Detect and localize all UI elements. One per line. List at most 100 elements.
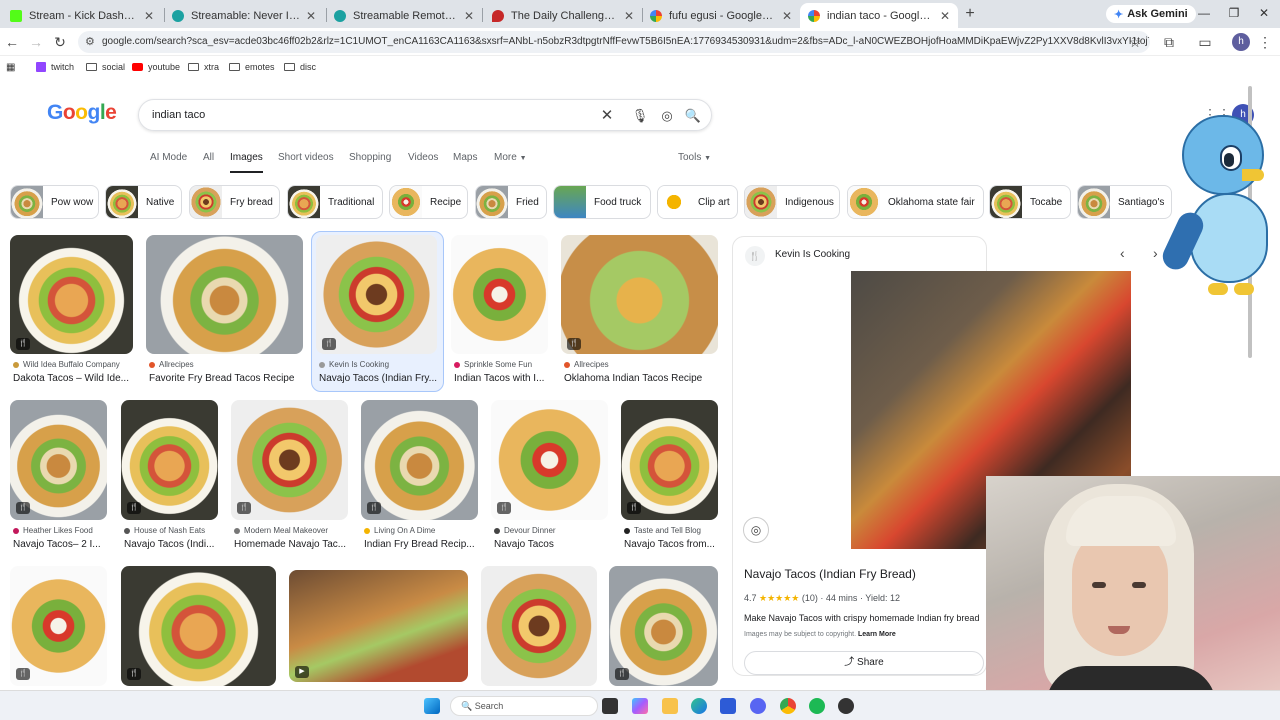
chip-label: Indigenous (785, 196, 834, 208)
close-window-icon[interactable]: ✕ (1254, 6, 1274, 22)
tab-more[interactable]: More ▼ (494, 152, 527, 163)
lens-camera-icon[interactable]: ◎ (658, 107, 676, 125)
new-tab-button[interactable]: + (960, 4, 980, 24)
spotify-icon[interactable] (809, 698, 825, 714)
filter-chip[interactable]: Clip art (657, 185, 738, 219)
copilot-icon[interactable] (632, 698, 648, 714)
bookmark-xtra[interactable]: xtra (188, 60, 219, 74)
filter-chip[interactable]: Oklahoma state fair (847, 185, 984, 219)
google-logo[interactable]: Google (47, 101, 117, 125)
site-info-icon[interactable]: ⚙ (85, 31, 95, 53)
image-result[interactable]: Allrecipes Favorite Fry Bread Tacos Reci… (146, 235, 304, 387)
image-result[interactable]: 🍴 Modern Meal Makeover Homemade Navajo T… (231, 400, 349, 552)
windows-start-icon[interactable] (424, 698, 440, 714)
image-result[interactable]: 🍴 Heather Likes Food Navajo Tacos– 2 I..… (10, 400, 108, 552)
rating-stars: ★★★★★ (759, 593, 800, 603)
tab-short-videos[interactable]: Short videos (278, 152, 334, 163)
filter-chip[interactable]: Fried (475, 185, 547, 219)
image-result-selected[interactable]: 🍴 Kevin Is Cooking Navajo Tacos (Indian … (316, 235, 440, 387)
obs-icon[interactable] (838, 698, 854, 714)
image-result[interactable]: 🍴 Wild Idea Buffalo Company Dakota Tacos… (10, 235, 134, 387)
tab-maps[interactable]: Maps (453, 152, 477, 163)
image-result[interactable]: Sprinkle Some Fun Indian Tacos with I... (451, 235, 549, 387)
extensions-icon[interactable]: ⧉ (1160, 33, 1178, 51)
tab-videos[interactable]: Videos (408, 152, 438, 163)
panel-title[interactable]: Navajo Tacos (Indian Fry Bread) (744, 567, 916, 581)
menu-dots-icon[interactable]: ⋮ (1256, 33, 1274, 51)
share-button[interactable]: ⤴ Share (744, 651, 984, 675)
browser-tab[interactable]: The Daily Challenge - GeoGues ✕ (484, 3, 642, 28)
filter-chip[interactable]: Santiago's (1077, 185, 1172, 219)
image-result[interactable]: 🍴 Allrecipes Oklahoma Indian Tacos Recip… (561, 235, 718, 387)
filter-chip[interactable]: Food truck (553, 185, 651, 219)
image-result[interactable]: 🍴 (121, 566, 277, 686)
bookmark-disc[interactable]: disc (284, 60, 316, 74)
edge-icon[interactable] (691, 698, 707, 714)
tools-button[interactable]: Tools ▼ (678, 152, 711, 163)
filter-chip[interactable]: Native (105, 185, 182, 219)
search-icon[interactable]: 🔍 (684, 107, 702, 125)
side-panel-icon[interactable]: ▭ (1196, 33, 1214, 51)
image-result[interactable]: 🍴 (609, 566, 718, 686)
lens-search-icon[interactable]: ◎ (743, 517, 769, 543)
close-tab-icon[interactable]: ✕ (464, 9, 474, 23)
address-bar[interactable]: ⚙ google.com/search?sca_esv=acde03bc46ff… (78, 31, 1150, 53)
restore-icon[interactable]: ❐ (1224, 6, 1244, 22)
previous-arrow-icon[interactable]: ‹ (1120, 245, 1125, 261)
taskbar-search[interactable]: 🔍 Search (450, 696, 598, 716)
store-icon[interactable] (720, 698, 736, 714)
search-input[interactable]: indian taco (152, 109, 205, 121)
apps-grid-icon[interactable]: ▦ (6, 60, 15, 74)
browser-tab[interactable]: Stream - Kick Dashboard ✕ (2, 3, 162, 28)
clear-search-icon[interactable]: ✕ (598, 107, 616, 125)
filter-chip[interactable]: Pow wow (10, 185, 99, 219)
tab-ai-mode[interactable]: AI Mode (150, 152, 187, 163)
filter-chip[interactable]: Indigenous (744, 185, 840, 219)
bookmark-twitch[interactable]: twitch (36, 60, 74, 74)
close-tab-icon[interactable]: ✕ (306, 9, 316, 23)
task-view-icon[interactable] (602, 698, 618, 714)
bookmark-social[interactable]: social (86, 60, 125, 74)
discord-icon[interactable] (750, 698, 766, 714)
close-tab-icon[interactable]: ✕ (940, 9, 950, 23)
minimize-icon[interactable]: — (1194, 6, 1214, 22)
bookmark-youtube[interactable]: youtube (132, 60, 180, 74)
bookmark-emotes[interactable]: emotes (229, 60, 275, 74)
image-result[interactable]: 🍴 Taste and Tell Blog Navajo Tacos from.… (621, 400, 718, 552)
browser-tab[interactable]: Streamable: Never IRL Stream W ✕ (164, 3, 324, 28)
tab-all[interactable]: All (203, 152, 214, 163)
bookmark-star-icon[interactable]: ☆ (1126, 33, 1144, 51)
image-result[interactable]: 🍴 Living On A Dime Indian Fry Bread Reci… (361, 400, 479, 552)
learn-more-link[interactable]: Learn More (858, 631, 896, 638)
chrome-icon[interactable] (780, 698, 796, 714)
forward-arrow-icon[interactable]: → (27, 33, 45, 51)
microphone-icon[interactable]: 🎙 (631, 107, 649, 125)
browser-tab[interactable]: fufu egusi - Google Search ✕ (642, 3, 800, 28)
image-result[interactable]: 🍴 Devour Dinner Navajo Tacos (491, 400, 609, 552)
file-explorer-icon[interactable] (662, 698, 678, 714)
ask-gemini-button[interactable]: ✦ Ask Gemini (1106, 5, 1196, 23)
close-tab-icon[interactable]: ✕ (624, 9, 634, 23)
image-result[interactable]: 🍴 House of Nash Eats Navajo Tacos (Indi.… (121, 400, 219, 552)
search-box[interactable]: indian taco ✕ 🎙 ◎ 🔍 (138, 99, 712, 131)
panel-source[interactable]: Kevin Is Cooking (775, 249, 850, 260)
filter-chip[interactable]: Fry bread (189, 185, 280, 219)
profile-avatar[interactable]: h (1232, 33, 1250, 51)
back-arrow-icon[interactable]: ← (3, 33, 21, 51)
tab-shopping[interactable]: Shopping (349, 152, 391, 163)
webcam-overlay (986, 476, 1280, 690)
close-tab-icon[interactable]: ✕ (782, 9, 792, 23)
image-result[interactable] (481, 566, 597, 686)
browser-tab-active[interactable]: indian taco - Google Search ✕ (800, 3, 958, 28)
browser-tab[interactable]: Streamable Remote OBS ✕ (326, 3, 482, 28)
close-tab-icon[interactable]: ✕ (144, 9, 154, 23)
image-result[interactable]: 🍴 (10, 566, 108, 686)
reload-icon[interactable]: ↻ (51, 33, 69, 51)
tab-images[interactable]: Images (230, 152, 263, 173)
next-arrow-icon[interactable]: › (1153, 245, 1158, 261)
filter-chip[interactable]: Tocabe (989, 185, 1071, 219)
image-result[interactable]: ▶ (289, 570, 469, 682)
filter-chip[interactable]: Recipe (389, 185, 468, 219)
result-source-label: House of Nash Eats (134, 526, 206, 535)
filter-chip[interactable]: Traditional (287, 185, 383, 219)
